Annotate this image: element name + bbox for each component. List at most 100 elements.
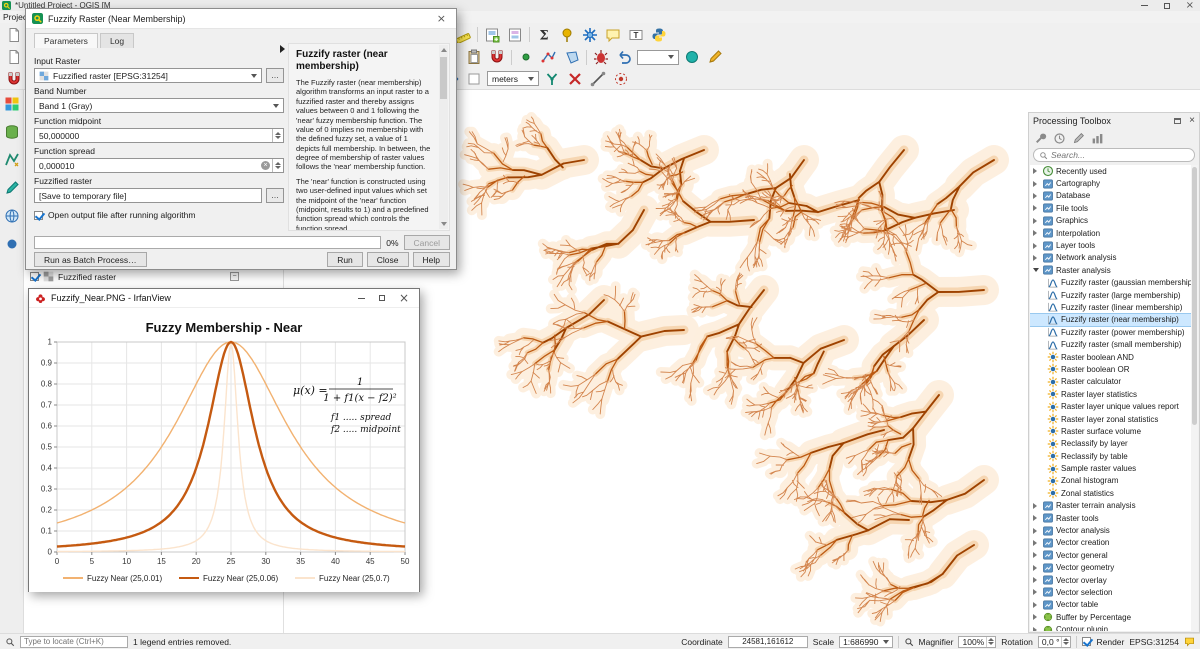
units-combo[interactable]: meters bbox=[487, 71, 539, 86]
toolbox-item-vector-table[interactable]: Vector table bbox=[1030, 599, 1198, 611]
expression-combo[interactable] bbox=[637, 50, 679, 65]
toolbox-item-fuzzify-raster-small-membership[interactable]: Fuzzify raster (small membership) bbox=[1030, 338, 1198, 350]
toolbox-item-buffer-by-percentage[interactable]: Buffer by Percentage bbox=[1030, 611, 1198, 623]
datasource-button[interactable] bbox=[2, 94, 22, 114]
delsel-button[interactable] bbox=[565, 69, 585, 89]
newgpkg-button[interactable] bbox=[2, 122, 22, 142]
cancel-button[interactable]: Cancel bbox=[404, 235, 450, 250]
toolbox-item-vector-creation[interactable]: Vector creation bbox=[1030, 537, 1198, 549]
toolbox-item-vector-geometry[interactable]: Vector geometry bbox=[1030, 562, 1198, 574]
spin-arrows-icon[interactable] bbox=[272, 159, 283, 172]
open-after-checkbox[interactable] bbox=[34, 211, 43, 220]
spin-arrows-icon[interactable] bbox=[986, 637, 995, 647]
textbox-button[interactable]: T bbox=[626, 25, 646, 45]
clear-value-icon[interactable]: × bbox=[261, 161, 270, 170]
chevron-right-icon[interactable] bbox=[1033, 218, 1041, 224]
close-button[interactable]: Close bbox=[367, 252, 409, 267]
toolbox-item-vector-analysis[interactable]: Vector analysis bbox=[1030, 524, 1198, 536]
toolbox-item-zonal-statistics[interactable]: Zonal statistics bbox=[1030, 487, 1198, 499]
bug-button[interactable] bbox=[591, 47, 611, 67]
chevron-right-icon[interactable] bbox=[1033, 193, 1041, 199]
toolbox-item-cartography[interactable]: Cartography bbox=[1030, 177, 1198, 189]
chevron-right-icon[interactable] bbox=[1033, 528, 1041, 534]
coordinate-input[interactable] bbox=[728, 636, 808, 648]
rotation-spin[interactable]: 0,0 ° bbox=[1038, 636, 1072, 648]
toolbox-item-reclassify-by-layer[interactable]: Reclassify by layer bbox=[1030, 438, 1198, 450]
layoutmgr-button[interactable] bbox=[505, 25, 525, 45]
toolbox-item-raster-tools[interactable]: Raster tools bbox=[1030, 512, 1198, 524]
toolbox-item-fuzzify-raster-linear-membership[interactable]: Fuzzify raster (linear membership) bbox=[1030, 301, 1198, 313]
toolbox-item-raster-terrain-analysis[interactable]: Raster terrain analysis bbox=[1030, 500, 1198, 512]
sq-button[interactable] bbox=[464, 69, 484, 89]
toolbox-item-vector-selection[interactable]: Vector selection bbox=[1030, 586, 1198, 598]
chevron-right-icon[interactable] bbox=[1033, 614, 1041, 620]
toolbox-item-database[interactable]: Database bbox=[1030, 190, 1198, 202]
sum-button[interactable]: Σ bbox=[534, 25, 554, 45]
magnet-button[interactable] bbox=[4, 69, 24, 89]
scale-combo[interactable]: 1:686990 bbox=[839, 636, 892, 648]
toolbox-item-sample-raster-values[interactable]: Sample raster values bbox=[1030, 462, 1198, 474]
scroll-down-icon[interactable] bbox=[441, 222, 447, 226]
tab-parameters[interactable]: Parameters bbox=[34, 33, 98, 48]
digipoint-button[interactable] bbox=[516, 47, 536, 67]
toolbox-item-graphics[interactable]: Graphics bbox=[1030, 215, 1198, 227]
lineseg-button[interactable] bbox=[588, 69, 608, 89]
toolbox-item-reclassify-by-table[interactable]: Reclassify by table bbox=[1030, 450, 1198, 462]
float-panel-icon[interactable] bbox=[1174, 118, 1181, 124]
python-button[interactable] bbox=[649, 25, 669, 45]
toolbox-item-interpolation[interactable]: Interpolation bbox=[1030, 227, 1198, 239]
chevron-right-icon[interactable] bbox=[1033, 540, 1041, 546]
chevron-right-icon[interactable] bbox=[1033, 515, 1041, 521]
page-button[interactable] bbox=[4, 47, 24, 67]
toolbox-item-fuzzify-raster-near-membership[interactable]: Fuzzify raster (near membership) bbox=[1030, 314, 1198, 326]
processing-button[interactable] bbox=[580, 25, 600, 45]
toolbox-item-fuzzify-raster-power-membership[interactable]: Fuzzify raster (power membership) bbox=[1030, 326, 1198, 338]
toolbox-item-raster-surface-volume[interactable]: Raster surface volume bbox=[1030, 425, 1198, 437]
magnet-button[interactable] bbox=[487, 47, 507, 67]
messages-icon[interactable] bbox=[1184, 636, 1195, 647]
scroll-up-icon[interactable] bbox=[441, 48, 447, 52]
help-scrollbar[interactable] bbox=[439, 45, 448, 229]
input-raster-browse-button[interactable]: … bbox=[266, 68, 284, 83]
wmsglobe-button[interactable] bbox=[2, 206, 22, 226]
search-input[interactable] bbox=[1051, 150, 1189, 160]
close-panel-icon[interactable]: × bbox=[1189, 116, 1195, 126]
wrench-button[interactable] bbox=[1032, 130, 1048, 146]
scrollbar-thumb[interactable] bbox=[440, 57, 447, 99]
chevron-right-icon[interactable] bbox=[1033, 243, 1041, 249]
toolbox-item-vector-overlay[interactable]: Vector overlay bbox=[1030, 574, 1198, 586]
undo-button[interactable] bbox=[614, 47, 634, 67]
nodedot-button[interactable] bbox=[611, 69, 631, 89]
dialog-titlebar[interactable]: Fuzzify Raster (Near Membership) × bbox=[26, 9, 456, 29]
chevron-right-icon[interactable] bbox=[1033, 503, 1041, 509]
spread-spinbox[interactable]: 0,000010 × bbox=[34, 158, 284, 173]
chevron-right-icon[interactable] bbox=[1033, 230, 1041, 236]
help-button[interactable]: Help bbox=[413, 252, 450, 267]
toolbox-item-fuzzify-raster-gaussian-membership[interactable]: Fuzzify raster (gaussian membership) bbox=[1030, 277, 1198, 289]
output-field[interactable]: [Save to temporary file] bbox=[34, 188, 262, 203]
clipboard-button[interactable] bbox=[464, 47, 484, 67]
maximize-icon[interactable] bbox=[1164, 3, 1170, 9]
close-icon[interactable]: × bbox=[1186, 2, 1194, 9]
results-button[interactable] bbox=[1089, 130, 1105, 146]
pencil-button[interactable] bbox=[705, 47, 725, 67]
help-collapse-icon[interactable] bbox=[280, 45, 285, 53]
bluedot-button[interactable] bbox=[2, 234, 22, 254]
teal-button[interactable] bbox=[682, 47, 702, 67]
toolbox-item-fuzzify-raster-large-membership[interactable]: Fuzzify raster (large membership) bbox=[1030, 289, 1198, 301]
run-button[interactable]: Run bbox=[327, 252, 363, 267]
pin-button[interactable] bbox=[557, 25, 577, 45]
toolbox-item-recently-used[interactable]: Recently used bbox=[1030, 165, 1198, 177]
editpen-button[interactable] bbox=[1070, 130, 1086, 146]
toolbox-scrollbar[interactable] bbox=[1191, 165, 1198, 631]
irfan-minimize-icon[interactable] bbox=[358, 298, 365, 299]
page-button[interactable] bbox=[4, 25, 24, 45]
toolbox-item-contour-plugin[interactable]: Contour plugin bbox=[1030, 623, 1198, 631]
midpoint-spinbox[interactable]: 50,000000 bbox=[34, 128, 284, 143]
band-combo[interactable]: Band 1 (Gray) bbox=[34, 98, 284, 113]
toolbox-item-vector-general[interactable]: Vector general bbox=[1030, 549, 1198, 561]
layer-collapse-button[interactable]: − bbox=[230, 272, 239, 281]
irfan-maximize-icon[interactable] bbox=[379, 295, 385, 301]
input-raster-combo[interactable]: Fuzzified raster [EPSG:31254] bbox=[34, 68, 262, 83]
crs-badge[interactable]: EPSG:31254 bbox=[1129, 637, 1179, 647]
